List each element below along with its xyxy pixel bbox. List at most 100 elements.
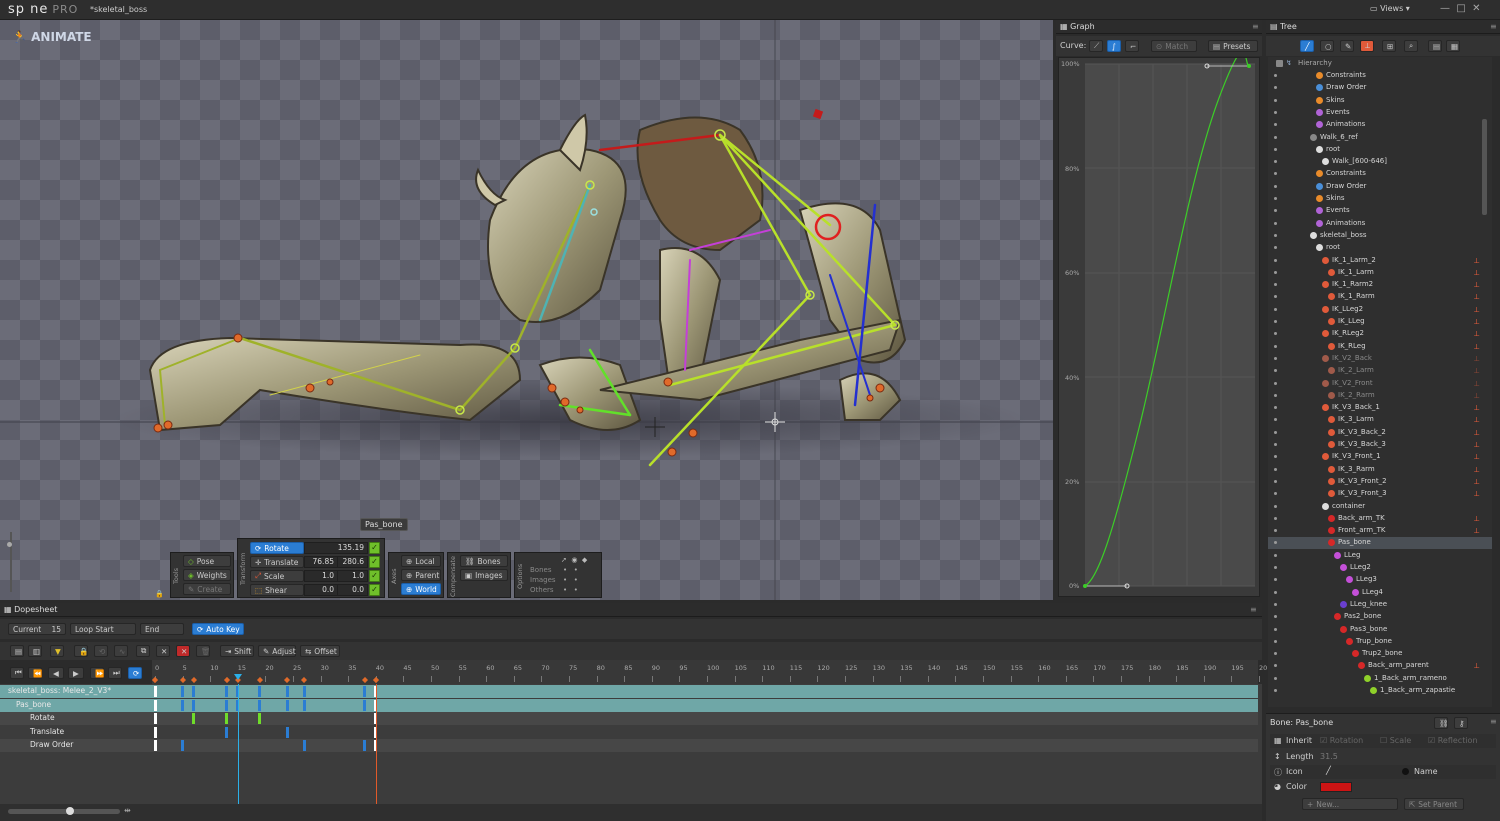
visibility-dot-icon[interactable] [1274, 406, 1277, 410]
tree-item[interactable]: IK_2_Rarm ⟂ [1268, 390, 1492, 402]
visibility-dot-icon[interactable] [1274, 147, 1277, 151]
visibility-dot-icon[interactable] [1274, 381, 1277, 385]
keyframe[interactable] [258, 713, 262, 724]
visibility-dot-icon[interactable] [1274, 553, 1277, 557]
bone-icon-selector[interactable]: ╱ [1326, 766, 1331, 775]
visibility-dot-icon[interactable] [1274, 209, 1277, 213]
visibility-dot-icon[interactable] [1274, 492, 1277, 496]
visibility-dot-icon[interactable] [1274, 110, 1277, 114]
tree-item[interactable]: LLeg3 [1268, 574, 1492, 586]
next-key-button[interactable]: ⏩ [90, 667, 104, 679]
keyframe[interactable] [363, 686, 367, 697]
scale-x-value[interactable]: 1.0 [304, 570, 338, 582]
presets-button[interactable]: ▤ Presets [1208, 40, 1258, 52]
translate-y-value[interactable]: 280.6 [337, 556, 368, 568]
tree-item[interactable]: Draw Order [1268, 181, 1492, 193]
keyframe[interactable] [285, 686, 289, 697]
visibility-dot-icon[interactable] [1274, 221, 1277, 225]
tree-item[interactable]: Trup2_bone [1268, 648, 1492, 660]
keyframe[interactable] [302, 686, 306, 697]
keyframe[interactable] [258, 699, 262, 711]
tree-item[interactable]: IK_V2_Front ⟂ [1268, 378, 1492, 390]
tree-item[interactable]: Events [1268, 107, 1492, 119]
tree-item[interactable]: Trup_bone [1268, 636, 1492, 648]
tree-item[interactable]: IK_V2_Back ⟂ [1268, 353, 1492, 365]
play-reverse-button[interactable]: ◀ [48, 667, 64, 679]
visibility-dot-icon[interactable] [1274, 74, 1277, 77]
playhead-handle[interactable] [233, 674, 242, 680]
delete-keys-button[interactable]: ✕ [156, 645, 170, 657]
tree-scrollbar[interactable] [1482, 119, 1487, 215]
close-icon[interactable]: ✕ [1472, 3, 1480, 14]
filter-bones-button[interactable]: ╱ [1300, 40, 1314, 52]
end-marker[interactable] [375, 684, 377, 804]
visibility-dot-icon[interactable] [1274, 344, 1277, 348]
keyframe[interactable] [363, 740, 367, 751]
dopesheet-menu-icon[interactable]: ≡ [1250, 605, 1257, 614]
keyframe[interactable] [225, 699, 229, 711]
visibility-dot-icon[interactable] [1274, 184, 1277, 188]
rotate-value[interactable]: 135.19 [304, 542, 368, 554]
bone-color-swatch[interactable] [1320, 782, 1352, 792]
curve-start-key[interactable] [1083, 584, 1087, 588]
keyframe[interactable] [181, 699, 185, 711]
keyframe[interactable] [153, 713, 157, 724]
visibility-dot-icon[interactable] [1274, 455, 1277, 459]
keyframe[interactable] [192, 699, 196, 711]
visibility-dot-icon[interactable] [1274, 307, 1277, 311]
visibility-dot-icon[interactable] [1274, 418, 1277, 422]
visibility-dot-icon[interactable] [1274, 270, 1277, 274]
tree-item[interactable]: Skins [1268, 95, 1492, 107]
viewport[interactable]: 🏃 ANIMATE Pas_bone [0, 20, 1053, 600]
curve-bezier-button[interactable]: ∫ [1107, 40, 1121, 52]
visibility-dot-icon[interactable] [1274, 258, 1277, 262]
views-button[interactable]: ▭ Views ▾ [1370, 4, 1410, 13]
keyframe[interactable] [153, 740, 157, 751]
tree-item[interactable]: IK_1_Rarm2 ⟂ [1268, 279, 1492, 291]
tree-item[interactable]: IK_RLeg2 ⟂ [1268, 328, 1492, 340]
tree-item[interactable]: IK_V3_Front_3 ⟂ [1268, 488, 1492, 500]
lock-icon[interactable]: 🔒 [155, 590, 164, 598]
tree-item[interactable]: IK_RLeg ⟂ [1268, 341, 1492, 353]
tree-item[interactable]: Events [1268, 205, 1492, 217]
new-button[interactable]: + New... [1302, 798, 1398, 810]
keys-copy-button[interactable]: ▤ [10, 645, 24, 657]
keyframe[interactable] [181, 686, 185, 697]
tree-item[interactable]: Animations [1268, 119, 1492, 131]
shear-x-value[interactable]: 0.0 [304, 584, 338, 596]
visibility-dot-icon[interactable] [1274, 529, 1277, 533]
weights-button[interactable]: ◈ Weights [183, 569, 231, 581]
playhead[interactable] [237, 684, 239, 804]
translate-button[interactable]: ✛ Translate [250, 556, 304, 568]
visibility-dot-icon[interactable] [1274, 135, 1277, 139]
visibility-dot-icon[interactable] [1274, 566, 1277, 569]
tree-item[interactable]: Constraints [1268, 70, 1492, 82]
tree-item[interactable]: skeletal_boss [1268, 230, 1492, 242]
visibility-dot-icon[interactable] [1274, 467, 1277, 471]
set-parent-button[interactable]: ⇱ Set Parent [1404, 798, 1464, 810]
filter-slots-button[interactable]: ○ [1320, 40, 1334, 52]
compensate-images-button[interactable]: ▣ Images [460, 569, 508, 581]
visibility-dot-icon[interactable] [1274, 356, 1277, 360]
curve-graph-svg[interactable] [1059, 51, 1261, 598]
maximize-icon[interactable]: □ [1456, 3, 1465, 14]
track-row[interactable]: Translate [0, 725, 1258, 739]
tree-item[interactable]: Pas3_bone [1268, 624, 1492, 636]
tree-item[interactable]: Pas_bone [1268, 537, 1492, 550]
keyframe[interactable] [363, 699, 367, 711]
visibility-dot-icon[interactable] [1274, 430, 1277, 434]
search-button[interactable]: ⌕ [1404, 40, 1418, 52]
loop-toggle-button[interactable]: ⟲ [94, 645, 108, 657]
tree-item[interactable]: root [1268, 242, 1492, 254]
clear-button[interactable]: ✕ [176, 645, 190, 657]
visibility-dot-icon[interactable] [1274, 172, 1277, 176]
timeline-zoom-slider[interactable] [8, 809, 120, 814]
track-row[interactable]: Rotate [0, 712, 1258, 725]
tree-item[interactable]: IK_2_Larm ⟂ [1268, 365, 1492, 377]
graph-menu-icon[interactable]: ≡ [1252, 22, 1259, 31]
duplicate-button[interactable]: ⧉ [136, 645, 150, 657]
tree-item[interactable]: LLeg_knee [1268, 599, 1492, 611]
visibility-dot-icon[interactable] [1274, 504, 1277, 508]
end-field[interactable]: End [140, 623, 184, 635]
bone-panel-menu-icon[interactable]: ≡ [1490, 717, 1497, 726]
